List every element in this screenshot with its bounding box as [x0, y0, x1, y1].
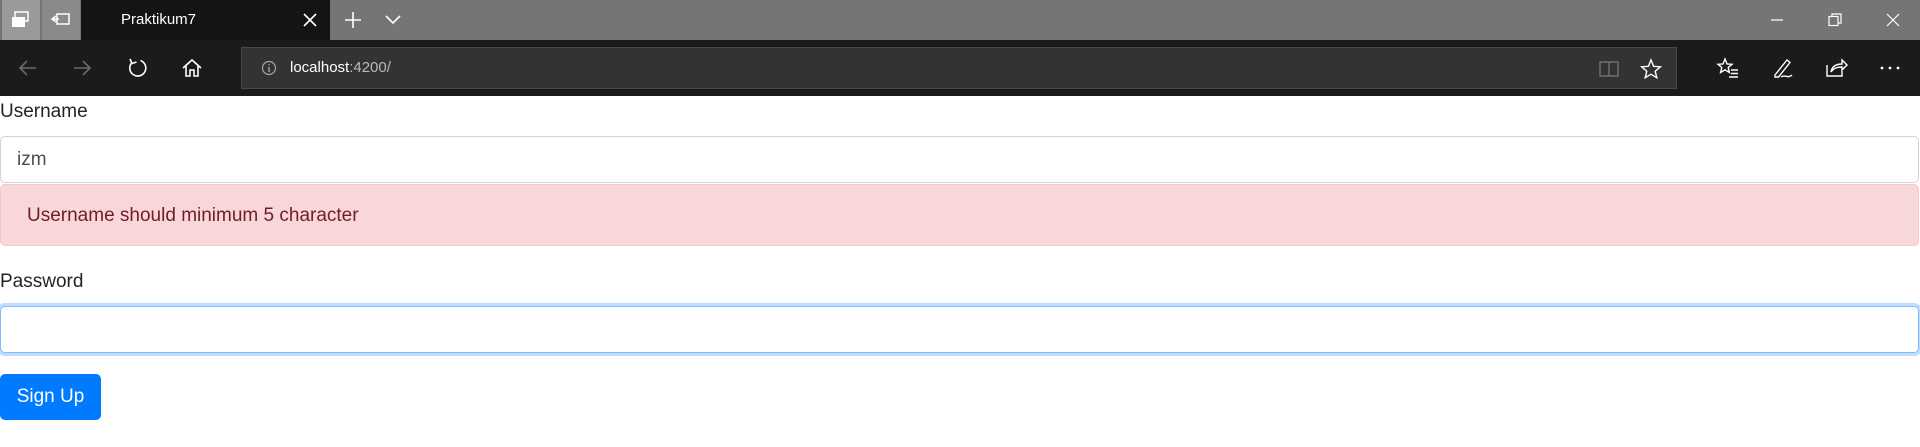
- password-input[interactable]: [0, 306, 1919, 353]
- favorites-hub-button[interactable]: [1710, 50, 1746, 86]
- home-button[interactable]: [174, 50, 210, 86]
- share-icon: [1826, 58, 1848, 77]
- username-label: Username: [0, 101, 88, 122]
- site-info-button[interactable]: [260, 59, 278, 77]
- web-notes-button[interactable]: [1764, 50, 1800, 86]
- refresh-button[interactable]: [120, 50, 156, 86]
- active-tab[interactable]: Praktikum7: [81, 0, 330, 40]
- new-tab-button[interactable]: [338, 6, 368, 34]
- password-label: Password: [0, 271, 84, 292]
- address-bar[interactable]: localhost:4200/: [241, 47, 1677, 89]
- plus-icon: [345, 12, 361, 28]
- more-button[interactable]: [1872, 50, 1908, 86]
- tab-list-button[interactable]: [378, 6, 408, 34]
- add-favorite-button[interactable]: [1639, 58, 1663, 80]
- username-error-alert: Username should minimum 5 character: [0, 184, 1919, 246]
- browser-nav-bar: localhost:4200/: [0, 40, 1920, 96]
- home-icon: [182, 58, 202, 77]
- url-path: :4200/: [349, 59, 391, 76]
- sign-up-button[interactable]: Sign Up: [0, 374, 101, 420]
- tabs-preview-button[interactable]: [42, 0, 80, 40]
- tabs-preview-icon: [51, 13, 70, 25]
- minimize-button[interactable]: [1748, 0, 1806, 40]
- tab-close-button[interactable]: [300, 10, 320, 30]
- back-button[interactable]: [10, 50, 46, 86]
- set-aside-tabs-icon: [12, 11, 29, 27]
- arrow-left-icon: [18, 60, 36, 76]
- forward-button[interactable]: [64, 50, 100, 86]
- info-icon: [261, 60, 277, 76]
- arrow-right-icon: [74, 60, 92, 76]
- book-icon: [1599, 61, 1619, 77]
- set-aside-tabs-button[interactable]: [2, 0, 40, 40]
- close-icon: [303, 13, 317, 27]
- close-icon: [1886, 13, 1900, 27]
- chevron-down-icon: [385, 15, 401, 25]
- restore-icon: [1828, 13, 1842, 27]
- share-button[interactable]: [1818, 50, 1854, 86]
- tab-title: Praktikum7: [121, 11, 197, 28]
- star-icon: [1639, 58, 1663, 80]
- window-close-button[interactable]: [1864, 0, 1920, 40]
- pen-icon: [1774, 59, 1793, 78]
- restore-button[interactable]: [1806, 0, 1864, 40]
- url-host: localhost: [290, 59, 350, 76]
- minimize-icon: [1771, 19, 1783, 21]
- browser-tab-strip: Praktikum7: [0, 0, 1920, 40]
- username-input[interactable]: [0, 136, 1919, 183]
- url-text[interactable]: localhost:4200/: [290, 59, 391, 76]
- favorites-list-icon: [1716, 57, 1738, 78]
- refresh-icon: [129, 58, 147, 77]
- reading-view-button[interactable]: [1598, 58, 1620, 80]
- more-icon: [1880, 66, 1900, 70]
